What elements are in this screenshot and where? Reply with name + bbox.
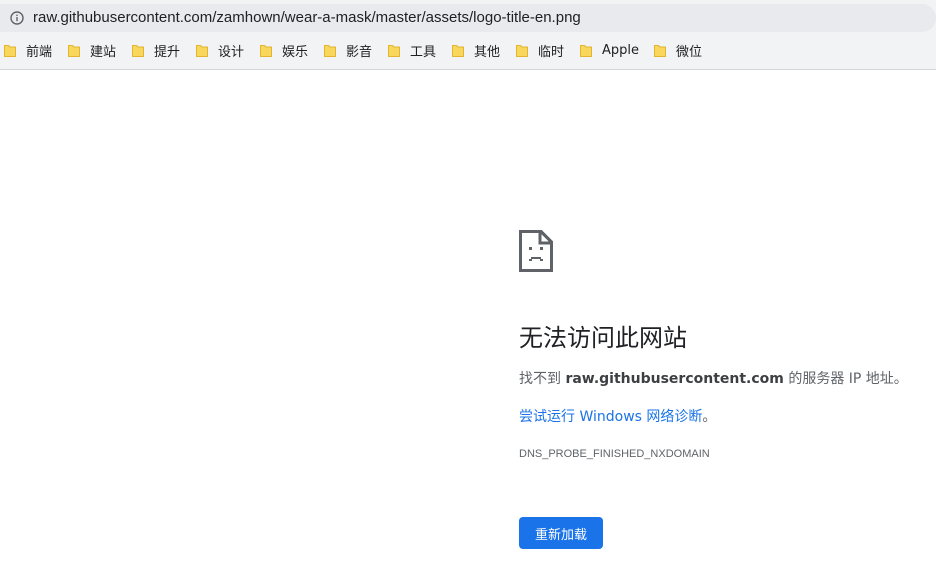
folder-icon (516, 44, 528, 57)
info-icon[interactable] (10, 11, 24, 25)
bookmark-label: 影音 (346, 44, 373, 60)
bookmark-label: 临时 (538, 44, 565, 60)
folder-icon (4, 44, 16, 57)
address-bar[interactable]: raw.githubusercontent.com/zamhown/wear-a… (0, 4, 936, 32)
bookmark-folder-apple[interactable]: Apple (580, 38, 639, 62)
suggestion-tail: 。 (702, 409, 717, 425)
bookmark-folder-weiwei[interactable]: 微位 (654, 38, 702, 62)
bookmark-label: 娱乐 (282, 44, 309, 60)
bookmark-folder-qianduan[interactable]: 前端 (4, 38, 52, 62)
folder-icon (132, 44, 144, 57)
folder-icon (388, 44, 400, 57)
bookmark-label: 提升 (154, 44, 181, 60)
folder-icon (196, 44, 208, 57)
folder-icon (324, 44, 336, 57)
bookmark-label: 其他 (474, 44, 501, 60)
error-code[interactable]: DNS_PROBE_FINISHED_NXDOMAIN (519, 448, 710, 460)
folder-icon (654, 44, 666, 57)
bookmark-folder-linshi[interactable]: 临时 (516, 38, 564, 62)
bookmark-label: 设计 (218, 44, 245, 60)
folder-icon (68, 44, 80, 57)
desc-prefix: 找不到 (519, 371, 566, 387)
bookmark-label: 建站 (90, 44, 117, 60)
bookmark-folder-tisheng[interactable]: 提升 (132, 38, 180, 62)
folder-icon (260, 44, 272, 57)
sad-document-icon (519, 230, 553, 272)
bookmark-folder-gongju[interactable]: 工具 (388, 38, 436, 62)
bookmarks-bar: 前端 建站 提升 设计 娱乐 影音 工具 其他 临时 Apple 微位 (0, 38, 936, 62)
bookmark-label: Apple (602, 42, 640, 58)
bookmark-label: 工具 (410, 44, 437, 60)
desc-suffix: 的服务器 IP 地址。 (783, 371, 908, 387)
folder-icon (580, 44, 592, 57)
url-text[interactable]: raw.githubusercontent.com/zamhown/wear-a… (33, 9, 581, 26)
suggestion-line: 尝试运行 Windows 网络诊断。 (519, 406, 716, 426)
bookmark-folder-yule[interactable]: 娱乐 (260, 38, 308, 62)
bookmark-label: 前端 (26, 44, 53, 60)
bookmark-folder-sheji[interactable]: 设计 (196, 38, 244, 62)
bookmark-folder-jianzhan[interactable]: 建站 (68, 38, 116, 62)
folder-icon (452, 44, 464, 57)
bookmark-folder-yingyin[interactable]: 影音 (324, 38, 372, 62)
desc-host: raw.githubusercontent.com (565, 371, 784, 387)
error-title: 无法访问此网站 (519, 324, 687, 352)
bookmark-label: 微位 (676, 44, 703, 60)
bookmark-folder-qita[interactable]: 其他 (452, 38, 500, 62)
error-description: 找不到 raw.githubusercontent.com 的服务器 IP 地址… (519, 368, 908, 388)
network-diagnostics-link[interactable]: 尝试运行 Windows 网络诊断 (519, 409, 702, 425)
reload-button[interactable]: 重新加载 (519, 517, 603, 549)
browser-chrome: raw.githubusercontent.com/zamhown/wear-a… (0, 0, 936, 70)
